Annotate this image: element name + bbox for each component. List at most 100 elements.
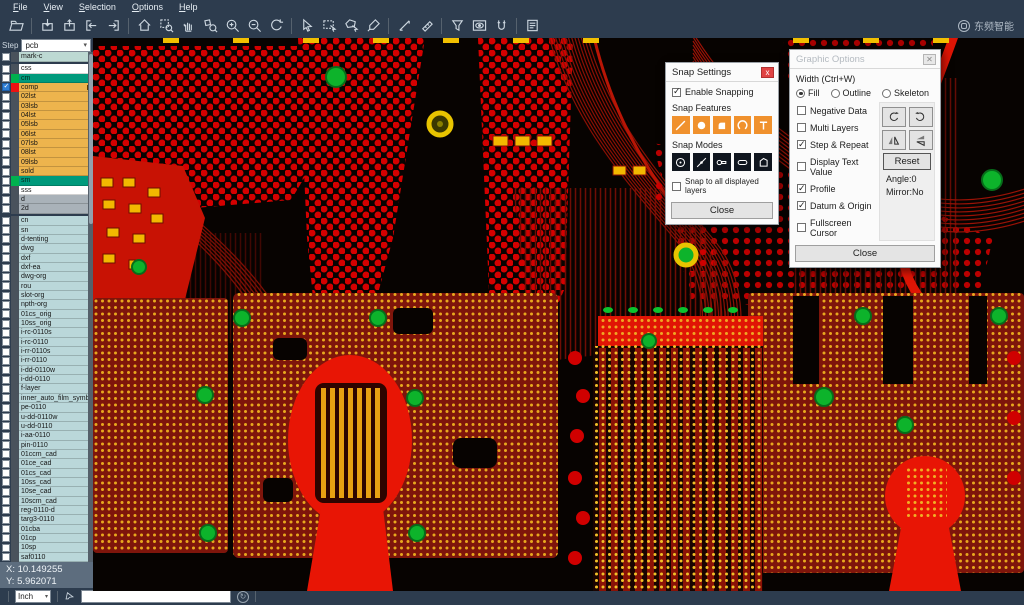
layer-row-targ3-0110[interactable]: targ3-0110 <box>1 515 93 524</box>
checkbox[interactable] <box>672 182 681 191</box>
layer-row-i-rr-0110s[interactable]: i-rr-0110s <box>1 347 93 356</box>
layer-visibility-checkbox[interactable] <box>2 544 10 552</box>
layer-visibility-checkbox[interactable] <box>2 177 10 185</box>
layer-visibility-checkbox[interactable] <box>2 310 10 318</box>
filter-icon[interactable] <box>446 16 468 36</box>
layer-row-2d[interactable]: 2d <box>1 204 93 213</box>
option-display-text-value[interactable]: Display Text Value <box>795 153 879 180</box>
snap-all-layers-checkbox-row[interactable]: Snap to all displayed layers <box>666 174 778 198</box>
snap-settings-titlebar[interactable]: Snap Settings x <box>666 63 778 81</box>
layer-visibility-checkbox[interactable] <box>2 553 10 561</box>
report-icon[interactable] <box>521 16 543 36</box>
layer-visibility-checkbox[interactable] <box>2 338 10 346</box>
layer-row-10ss_cad[interactable]: 10ss_cad <box>1 478 93 487</box>
layer-row-10scm_cad[interactable]: 10scm_cad <box>1 497 93 506</box>
snap-surface-icon[interactable] <box>713 116 731 134</box>
pan-hand-icon[interactable] <box>177 16 199 36</box>
layer-row-02lst[interactable]: 02lst <box>1 92 93 101</box>
snap-magnet-icon[interactable] <box>490 16 512 36</box>
brush-icon[interactable] <box>362 16 384 36</box>
layer-row-reg-0110-d[interactable]: reg-0110-d <box>1 506 93 515</box>
layer-visibility-checkbox[interactable] <box>2 385 10 393</box>
layer-visibility-checkbox[interactable] <box>2 469 10 477</box>
layer-visibility-checkbox[interactable] <box>2 186 10 194</box>
layer-visibility-checkbox[interactable] <box>2 140 10 148</box>
layer-row-i-rc-0110s[interactable]: i-rc-0110s <box>1 328 93 337</box>
layer-visibility-checkbox[interactable] <box>2 301 10 309</box>
layer-visibility-checkbox[interactable] <box>2 130 10 138</box>
layer-row-01ce_cad[interactable]: 01ce_cad <box>1 459 93 468</box>
layer-visibility-checkbox[interactable] <box>2 506 10 514</box>
menu-selection[interactable]: Selection <box>72 2 123 12</box>
layer-row-06lst[interactable]: 06lst <box>1 130 93 139</box>
layer-visibility-checkbox[interactable] <box>2 357 10 365</box>
layer-row-10se_cad[interactable]: 10se_cad <box>1 487 93 496</box>
layer-visibility-checkbox[interactable] <box>2 217 10 225</box>
layer-row-u-dd-0110w[interactable]: u-dd-0110w <box>1 413 93 422</box>
layer-visibility-checkbox[interactable] <box>2 450 10 458</box>
layer-row-sn[interactable]: sn <box>1 226 93 235</box>
layer-visibility-checkbox[interactable] <box>2 149 10 157</box>
layer-row-mark-c[interactable]: mark-c <box>1 52 93 61</box>
layer-row-04lst[interactable]: 04lst <box>1 111 93 120</box>
layer-visibility-checkbox[interactable] <box>2 273 10 281</box>
menu-options[interactable]: Options <box>125 2 170 12</box>
layer-row-f-layer[interactable]: f-layer <box>1 384 93 393</box>
layer-visibility-checkbox[interactable] <box>2 432 10 440</box>
step-select[interactable]: pcb▾ <box>21 39 91 52</box>
layer-row-d[interactable]: d <box>1 195 93 204</box>
layer-row-inner_auto_film_symb[interactable]: inner_auto_film_symb <box>1 394 93 403</box>
rotate-ccw-icon[interactable] <box>909 107 933 127</box>
checkbox[interactable] <box>797 184 806 193</box>
layer-visibility-checkbox[interactable] <box>2 441 10 449</box>
layer-row-sss[interactable]: sss <box>1 186 93 195</box>
flip-horizontal-icon[interactable] <box>882 130 906 150</box>
measure-ruler-icon[interactable] <box>415 16 437 36</box>
close-icon[interactable]: ✕ <box>923 54 936 65</box>
layer-visibility-checkbox[interactable] <box>2 497 10 505</box>
layer-visibility-checkbox[interactable] <box>2 534 10 542</box>
flip-vertical-icon[interactable] <box>909 130 933 150</box>
layer-visibility-checkbox[interactable] <box>2 394 10 402</box>
layer-row-07lsb[interactable]: 07lsb <box>1 139 93 148</box>
refresh-icon[interactable]: ↻ <box>237 591 249 603</box>
layer-visibility-checkbox[interactable] <box>2 121 10 129</box>
open-folder-icon[interactable] <box>5 16 27 36</box>
layer-visibility-checkbox[interactable] <box>2 292 10 300</box>
unit-select[interactable]: Inch▾ <box>15 590 51 603</box>
option-profile[interactable]: Profile <box>795 180 879 197</box>
rect-select-icon[interactable] <box>318 16 340 36</box>
layer-row-05lsb[interactable]: 05lsb <box>1 120 93 129</box>
measure-line-icon[interactable] <box>393 16 415 36</box>
snap-arc-icon[interactable] <box>734 116 752 134</box>
option-step-repeat[interactable]: Step & Repeat <box>795 136 879 153</box>
close-button[interactable]: Close <box>671 202 773 219</box>
layer-visibility-checkbox[interactable] <box>2 102 10 110</box>
layer-visibility-checkbox[interactable] <box>2 235 10 243</box>
layer-visibility-checkbox[interactable] <box>2 422 10 430</box>
layer-visibility-checkbox[interactable] <box>2 83 10 91</box>
snap-line-icon[interactable] <box>672 116 690 134</box>
layer-row-03lsb[interactable]: 03lsb <box>1 102 93 111</box>
layer-visibility-checkbox[interactable] <box>2 488 10 496</box>
snap-pad-icon[interactable] <box>693 116 711 134</box>
layer-row-saf0110[interactable]: saf0110 <box>1 553 93 562</box>
layer-row-09lsb[interactable]: 09lsb <box>1 158 93 167</box>
snap-text-icon[interactable] <box>754 116 772 134</box>
close-button[interactable]: Close <box>795 245 935 262</box>
layer-visibility-checkbox[interactable] <box>2 65 10 73</box>
layer-row-sm[interactable]: sm <box>1 176 93 185</box>
layer-visibility-checkbox[interactable] <box>2 53 10 61</box>
layer-visibility-checkbox[interactable] <box>2 254 10 262</box>
layer-visibility-checkbox[interactable] <box>2 320 10 328</box>
layer-visibility-checkbox[interactable] <box>2 478 10 486</box>
snap-contour-icon[interactable] <box>754 153 772 171</box>
exit-left-icon[interactable] <box>80 16 102 36</box>
radio-fill[interactable] <box>796 89 805 98</box>
enable-snapping-checkbox-row[interactable]: Enable Snapping <box>666 84 778 100</box>
checkbox[interactable] <box>672 88 681 97</box>
polygon-select-icon[interactable] <box>340 16 362 36</box>
snap-key-icon[interactable] <box>713 153 731 171</box>
option-datum-origin[interactable]: Datum & Origin <box>795 197 879 214</box>
layer-row-dxf-ea[interactable]: dxf-ea <box>1 263 93 272</box>
